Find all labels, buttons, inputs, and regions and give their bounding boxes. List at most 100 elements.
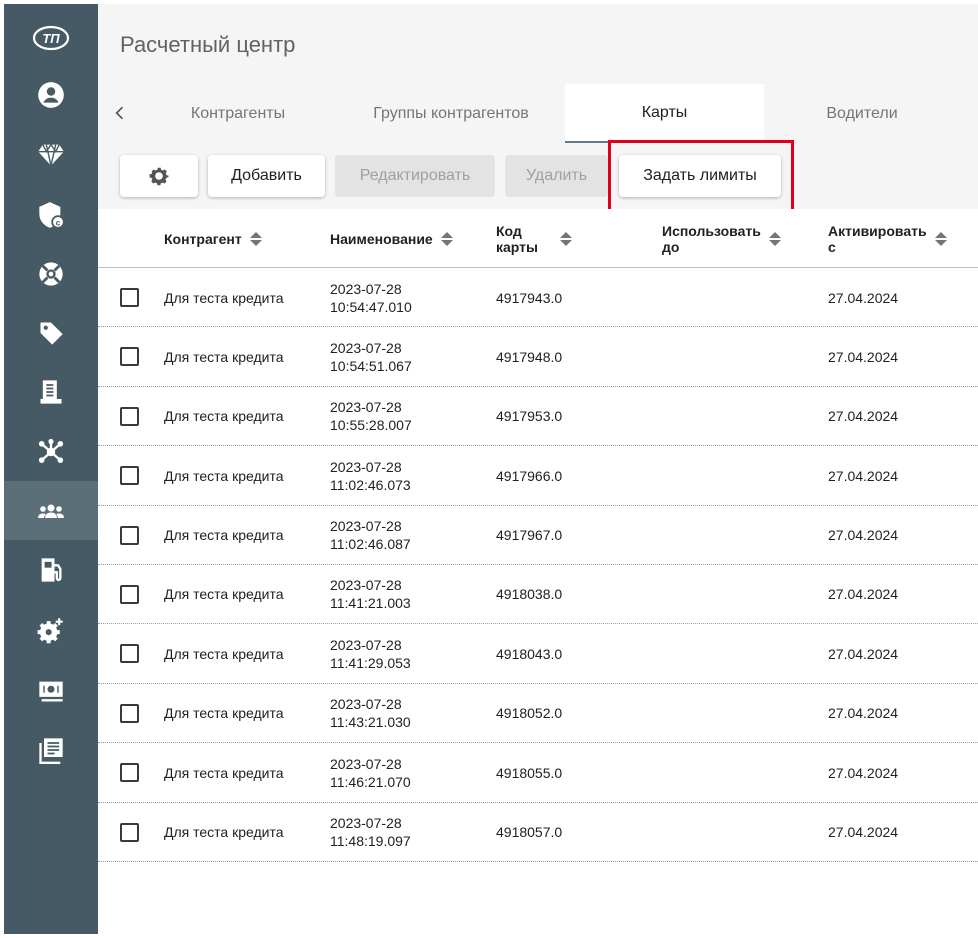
name-date: 2023-07-28 <box>330 755 402 772</box>
fuel-icon[interactable] <box>4 540 98 599</box>
journal-icon[interactable] <box>4 720 98 779</box>
name-date: 2023-07-28 <box>330 636 402 653</box>
cell-card-code: 4918052.0 <box>496 705 563 722</box>
table-row[interactable]: Для теста кредита 2023-07-28 11:02:46.087… <box>98 505 978 565</box>
table-row[interactable]: Для теста кредита 2023-07-28 11:43:21.030… <box>98 683 978 744</box>
cell-card-code: 4918038.0 <box>496 586 563 603</box>
name-date: 2023-07-28 <box>330 518 402 535</box>
table-body: Для теста кредита 2023-07-28 10:54:47.010… <box>98 268 978 862</box>
cell-activate-from: 27.04.2024 <box>828 348 899 365</box>
row-checkbox[interactable] <box>120 703 139 723</box>
name-date: 2023-07-28 <box>330 339 402 356</box>
name-time: 11:48:19.097 <box>330 833 411 850</box>
logo-icon[interactable]: ТП <box>4 8 98 67</box>
table-row[interactable]: Для теста кредита 2023-07-28 11:02:46.073… <box>98 446 978 506</box>
table-row[interactable]: Для теста кредита 2023-07-28 11:41:21.003… <box>98 564 978 625</box>
edit-button[interactable]: Редактировать <box>335 155 495 197</box>
column-header-name[interactable]: Наименование <box>330 209 453 268</box>
row-checkbox[interactable] <box>120 466 139 486</box>
table-row[interactable]: Для теста кредита 2023-07-28 10:55:28.007… <box>98 386 978 447</box>
tab-cards[interactable]: Карты <box>565 84 764 143</box>
cell-counterparty: Для теста кредита <box>164 705 284 722</box>
name-time: 11:41:21.003 <box>330 595 411 612</box>
cell-card-code: 4917948.0 <box>496 348 563 365</box>
row-checkbox[interactable] <box>120 822 139 842</box>
cell-card-code: 4918055.0 <box>496 764 563 781</box>
cell-activate-from: 27.04.2024 <box>828 764 899 781</box>
set-limits-button[interactable]: Задать лимиты <box>619 155 781 197</box>
name-time: 11:02:46.073 <box>330 476 411 493</box>
receipt-icon[interactable] <box>4 362 98 421</box>
cell-activate-from: 27.04.2024 <box>828 705 899 722</box>
cell-counterparty: Для теста кредита <box>164 527 284 544</box>
add-button[interactable]: Добавить <box>208 155 325 197</box>
users-icon[interactable] <box>4 481 98 540</box>
row-checkbox[interactable] <box>120 644 139 664</box>
chevron-left-icon <box>115 106 124 120</box>
delete-button[interactable]: Удалить <box>505 155 608 197</box>
cell-name: 2023-07-28 11:48:19.097 <box>330 803 411 862</box>
cell-activate-from: 27.04.2024 <box>828 408 899 425</box>
row-checkbox[interactable] <box>120 525 139 545</box>
cell-counterparty: Для теста кредита <box>164 348 284 365</box>
cell-name: 2023-07-28 11:43:21.030 <box>330 684 411 743</box>
settings-icon[interactable] <box>4 601 98 660</box>
cell-name: 2023-07-28 11:02:46.073 <box>330 446 411 505</box>
cell-counterparty: Для теста кредита <box>164 645 284 662</box>
table-row[interactable]: Для теста кредита 2023-07-28 10:54:47.010… <box>98 268 978 328</box>
lifebuoy-icon[interactable] <box>4 244 98 303</box>
column-header-card-code[interactable]: Код карты <box>496 209 572 268</box>
cell-name: 2023-07-28 10:54:51.067 <box>330 327 412 386</box>
table-row[interactable]: Для теста кредита 2023-07-28 10:54:51.067… <box>98 327 978 387</box>
column-header-counterparty[interactable]: Контрагент <box>164 209 262 268</box>
cell-counterparty: Для теста кредита <box>164 408 284 425</box>
name-time: 11:43:21.030 <box>330 714 411 731</box>
table-row[interactable]: Для теста кредита 2023-07-28 11:48:19.097… <box>98 802 978 862</box>
diamond-icon[interactable] <box>4 124 98 183</box>
shield-icon[interactable]: c <box>4 185 98 244</box>
sort-icon <box>249 231 262 246</box>
name-time: 11:46:21.070 <box>330 773 411 790</box>
column-label: Активировать с <box>828 222 927 255</box>
toolbar: Добавить Редактировать Удалить Задать ли… <box>98 143 978 209</box>
cell-activate-from: 27.04.2024 <box>828 527 899 544</box>
settings-button[interactable] <box>120 155 198 197</box>
name-time: 10:54:47.010 <box>330 298 412 315</box>
name-date: 2023-07-28 <box>330 458 402 475</box>
cell-activate-from: 27.04.2024 <box>828 824 899 841</box>
name-time: 11:02:46.087 <box>330 536 411 553</box>
row-checkbox[interactable] <box>120 763 139 783</box>
name-time: 10:55:28.007 <box>330 417 412 434</box>
card-icon[interactable] <box>4 661 98 720</box>
sort-icon <box>559 231 572 246</box>
cell-activate-from: 27.04.2024 <box>828 645 899 662</box>
column-header-use-until[interactable]: Использовать до <box>662 209 781 268</box>
network-icon[interactable] <box>4 422 98 481</box>
cell-activate-from: 27.04.2024 <box>828 586 899 603</box>
column-header-activate-from[interactable]: Активировать с <box>828 209 947 268</box>
row-checkbox[interactable] <box>120 347 139 367</box>
cell-card-code: 4918043.0 <box>496 645 563 662</box>
sort-icon <box>768 231 781 246</box>
table-row[interactable]: Для теста кредита 2023-07-28 11:46:21.070… <box>98 743 978 803</box>
table-row[interactable]: Для теста кредита 2023-07-28 11:41:29.053… <box>98 624 978 684</box>
row-checkbox[interactable] <box>120 288 139 307</box>
tab-counterparties[interactable]: Контрагенты <box>143 84 333 143</box>
tab-drivers[interactable]: Водители <box>764 84 960 143</box>
row-checkbox[interactable] <box>120 584 139 604</box>
cell-card-code: 4917953.0 <box>496 408 563 425</box>
tag-icon[interactable] <box>4 303 98 362</box>
cell-activate-from: 27.04.2024 <box>828 467 899 484</box>
column-label: Код карты <box>496 222 538 255</box>
cell-name: 2023-07-28 10:55:28.007 <box>330 387 412 446</box>
cell-counterparty: Для теста кредита <box>164 764 284 781</box>
cell-name: 2023-07-28 11:41:21.003 <box>330 565 411 624</box>
row-checkbox[interactable] <box>120 406 139 426</box>
user-icon[interactable] <box>4 65 98 124</box>
tabs-back-button[interactable] <box>108 101 132 125</box>
name-date: 2023-07-28 <box>330 280 402 297</box>
cell-name: 2023-07-28 10:54:47.010 <box>330 268 412 327</box>
sort-icon <box>934 231 947 246</box>
tab-counterparty-groups[interactable]: Группы контрагентов <box>338 84 564 143</box>
cell-card-code: 4917943.0 <box>496 289 563 306</box>
